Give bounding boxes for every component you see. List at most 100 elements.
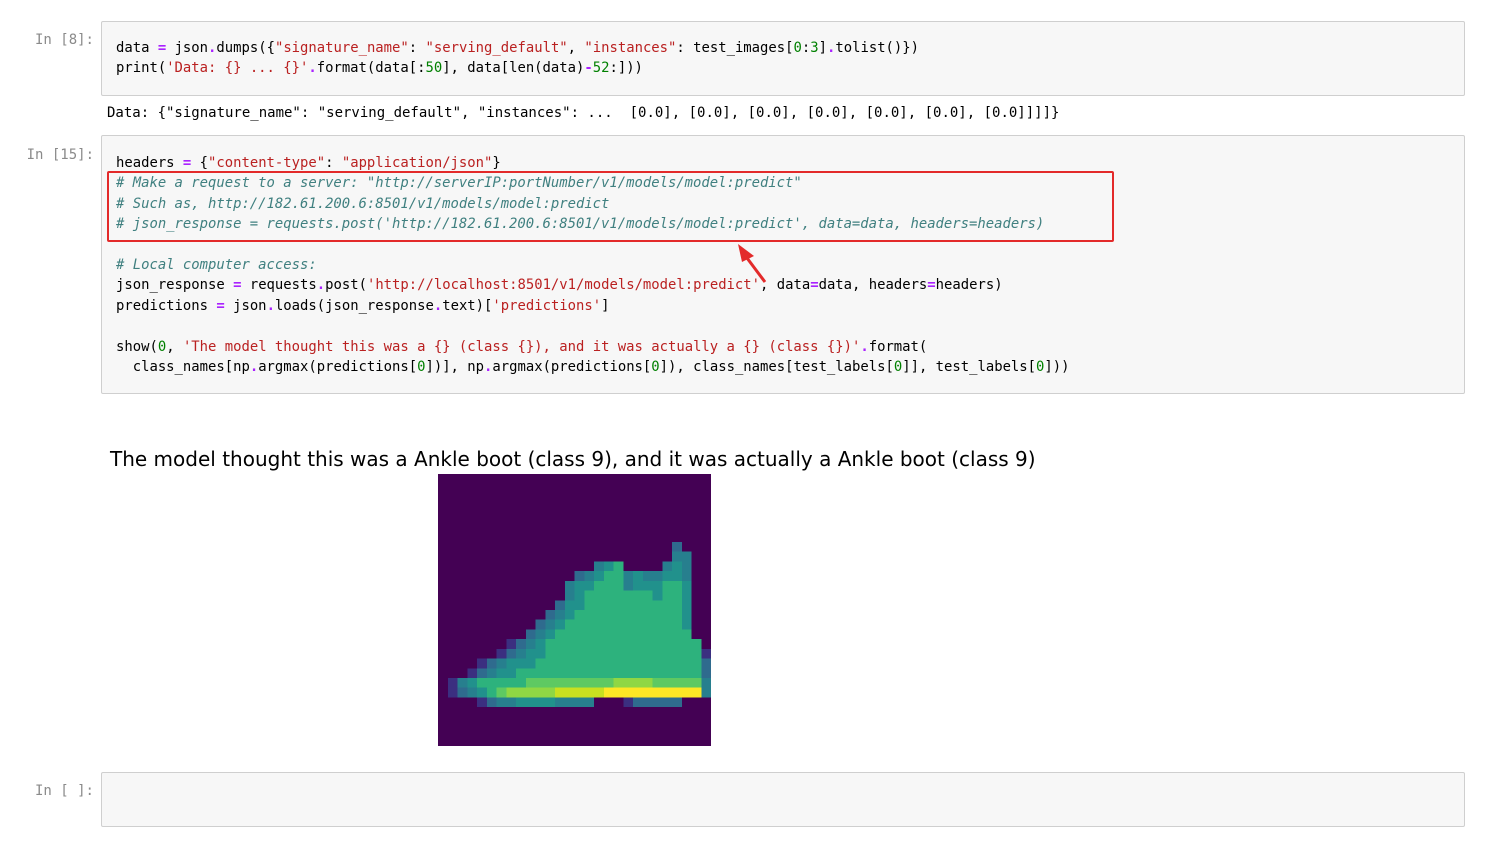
image-pixel (496, 619, 507, 630)
image-pixel (486, 610, 497, 620)
image-pixel (691, 687, 702, 698)
image-pixel (496, 610, 507, 620)
image-pixel (438, 600, 448, 611)
image-pixel (681, 571, 692, 582)
image-pixel (574, 542, 585, 552)
image-pixel (564, 503, 575, 514)
image-pixel (633, 668, 643, 679)
code-cell-input[interactable]: data = json. dumps({"signature_name": "se… (101, 21, 1465, 96)
image-pixel (506, 600, 517, 611)
empty-code-cell-input[interactable] (101, 772, 1465, 827)
image-pixel (525, 629, 536, 640)
image-pixel (486, 493, 497, 504)
image-pixel (681, 493, 692, 504)
image-pixel (467, 551, 478, 562)
image-pixel (447, 542, 458, 552)
image-pixel (506, 571, 517, 582)
image-pixel (613, 483, 624, 494)
image-pixel (516, 571, 526, 582)
image-pixel (574, 474, 585, 484)
image-pixel (525, 551, 536, 562)
image-pixel (633, 580, 643, 591)
image-pixel (691, 658, 702, 669)
image-pixel (662, 542, 673, 552)
image-pixel (701, 658, 711, 669)
image-pixel (447, 619, 458, 630)
image-pixel (496, 512, 507, 523)
ankle-boot-image (438, 474, 711, 746)
image-pixel (652, 561, 663, 572)
image-pixel (457, 658, 468, 669)
image-pixel (467, 726, 478, 737)
image-pixel (642, 639, 653, 650)
image-pixel (681, 707, 692, 718)
image-pixel (438, 571, 448, 582)
image-pixel (467, 716, 478, 727)
image-pixel (701, 619, 711, 630)
image-pixel (633, 678, 643, 688)
image-pixel (652, 532, 663, 543)
image-pixel (691, 532, 702, 543)
code-token: text)[ (442, 297, 493, 314)
image-pixel (681, 726, 692, 737)
image-pixel (486, 736, 497, 746)
image-pixel (691, 551, 702, 562)
image-pixel (642, 726, 653, 737)
image-pixel (613, 668, 624, 679)
image-pixel (681, 629, 692, 640)
image-pixel (691, 648, 702, 659)
image-pixel (447, 580, 458, 591)
image-pixel (613, 590, 624, 601)
image-pixel (555, 512, 565, 523)
image-pixel (691, 619, 702, 630)
image-pixel (477, 687, 487, 698)
image-pixel (652, 707, 663, 718)
image-pixel (672, 610, 682, 620)
image-pixel (564, 648, 575, 659)
image-pixel (486, 697, 497, 708)
image-pixel (457, 726, 468, 737)
image-pixel (603, 648, 614, 659)
image-pixel (681, 551, 692, 562)
image-pixel (574, 668, 585, 679)
image-pixel (584, 600, 595, 611)
image-pixel (438, 736, 448, 746)
image-pixel (633, 687, 643, 698)
image-pixel (438, 668, 448, 679)
image-pixel (603, 551, 614, 562)
image-pixel (564, 707, 575, 718)
image-pixel (574, 571, 585, 582)
image-pixel (633, 619, 643, 630)
image-pixel (496, 551, 507, 562)
image-pixel (516, 600, 526, 611)
code-token: 0 (651, 358, 660, 375)
image-pixel (506, 590, 517, 601)
image-pixel (701, 561, 711, 572)
image-pixel (613, 571, 624, 582)
image-pixel (584, 493, 595, 504)
image-pixel (545, 561, 556, 572)
image-pixel (584, 687, 595, 698)
image-pixel (623, 716, 634, 727)
image-pixel (477, 493, 487, 504)
image-pixel (594, 522, 604, 533)
image-pixel (584, 619, 595, 630)
image-pixel (525, 716, 536, 727)
image-pixel (516, 512, 526, 523)
image-pixel (447, 571, 458, 582)
image-pixel (584, 561, 595, 572)
code-token: tolist()}) (835, 40, 920, 56)
image-pixel (574, 629, 585, 640)
image-pixel (613, 522, 624, 533)
image-pixel (691, 503, 702, 514)
image-pixel (662, 648, 673, 659)
image-pixel (642, 474, 653, 484)
image-pixel (672, 716, 682, 727)
image-pixel (691, 716, 702, 727)
image-pixel (681, 483, 692, 494)
image-pixel (516, 590, 526, 601)
image-pixel (584, 551, 595, 562)
image-pixel (574, 610, 585, 620)
image-pixel (506, 687, 517, 698)
